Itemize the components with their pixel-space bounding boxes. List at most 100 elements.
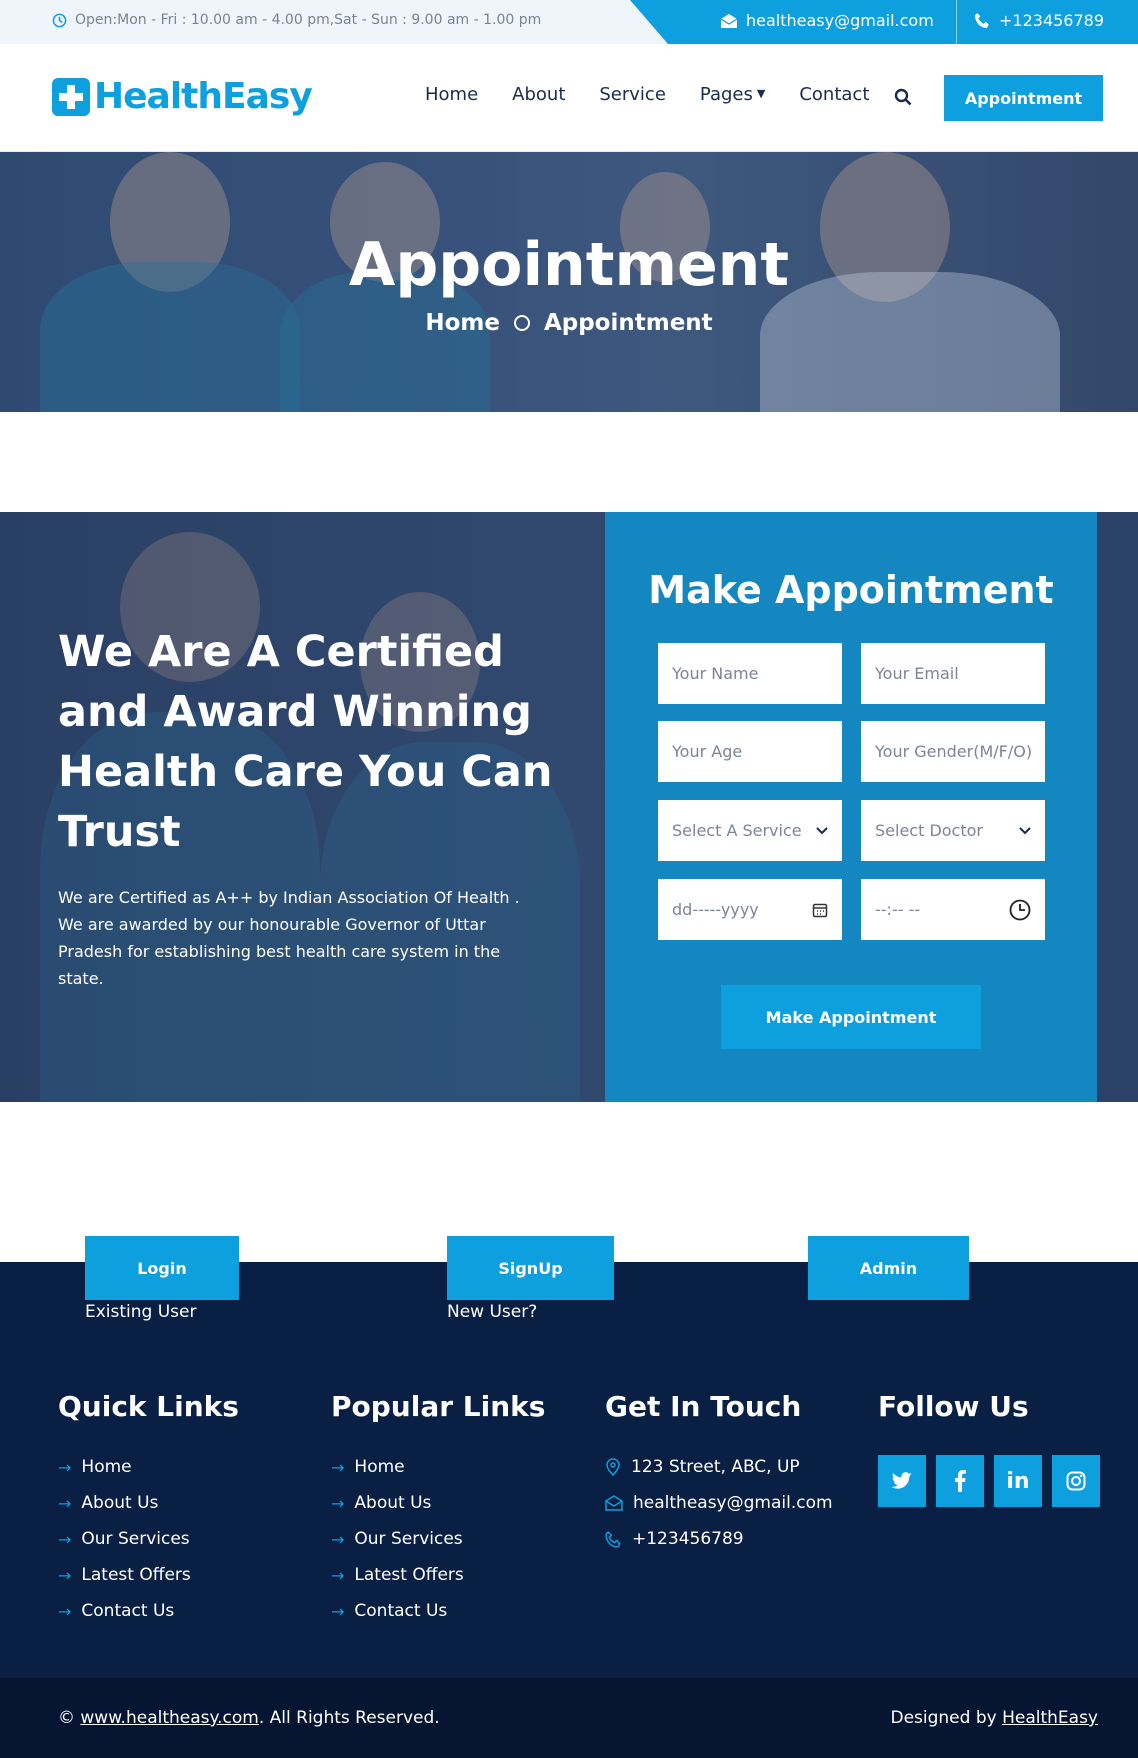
top-email[interactable]: healtheasy@gmail.com [720,11,934,30]
follow-us: Follow Us [878,1390,1029,1449]
opening-hours: Open:Mon - Fri : 10.00 am - 4.00 pm,Sat … [52,12,541,28]
arrow-right-icon: → [58,1529,72,1549]
popular-links: Popular Links → Home → About Us → Our Servi… [331,1390,545,1629]
gender-input[interactable]: Your Gender(M/F/O) [861,721,1045,782]
quick-link-contact[interactable]: → Contact Us [58,1593,239,1629]
service-select[interactable]: Select A Service [658,800,842,861]
arrow-right-icon: → [331,1493,345,1513]
map-pin-icon [606,1458,620,1476]
hours-text: Open:Mon - Fri : 10.00 am - 4.00 pm,Sat … [75,12,542,28]
quick-link-home[interactable]: → Home [58,1449,239,1485]
popular-links-title: Popular Links [331,1390,546,1423]
about-text: We are Certified as A++ by Indian Associ… [58,888,520,988]
clock-icon [52,13,67,27]
email-input[interactable]: Your Email [861,643,1045,704]
page-title: Appointment [348,230,790,300]
breadcrumb-separator-icon [513,315,530,331]
top-bar: Open:Mon - Fri : 10.00 am - 4.00 pm,Sat … [0,0,1138,44]
date-input[interactable]: dd-----yyyy [658,879,842,940]
search-icon[interactable] [894,88,912,106]
popular-link-offers[interactable]: → Latest Offers [331,1557,545,1593]
make-appointment-button[interactable]: Make Appointment [721,985,981,1049]
facebook-icon[interactable] [936,1455,984,1507]
arrow-right-icon: → [331,1565,345,1585]
arrow-right-icon: → [58,1601,72,1621]
get-in-touch: Get In Touch 123 Street, ABC, UP healthe… [605,1390,833,1557]
envelope-icon [720,13,738,28]
quick-links: Quick Links → Home → About Us → Our Service… [58,1390,239,1629]
login-button[interactable]: Login [85,1236,239,1300]
breadcrumb-current: Appointment [543,310,713,336]
quick-link-label: Home [81,1457,132,1477]
popular-link-contact[interactable]: → Contact Us [331,1593,545,1629]
quick-link-services[interactable]: → Our Services [58,1521,239,1557]
quick-links-title: Quick Links [58,1390,239,1423]
breadcrumb-home[interactable]: Home [425,310,500,336]
linkedin-icon[interactable]: in [994,1455,1042,1507]
follow-us-title: Follow Us [878,1390,1029,1423]
nav-item-pages-label: Pages [699,84,753,105]
appointment-section: We Are A Certified and Award Winning Hea… [0,512,1138,1102]
popular-link-services[interactable]: → Our Services [331,1521,545,1557]
nav-menu: Home About Service Pages ▼ Contact [425,84,869,105]
nav-item-pages[interactable]: Pages ▼ [700,84,765,105]
email-placeholder: Your Email [875,664,959,683]
envelope-icon [605,1495,623,1511]
top-email-text: healtheasy@gmail.com [746,11,934,30]
calendar-icon[interactable] [812,902,828,918]
instagram-icon[interactable] [1052,1455,1100,1507]
admin-button[interactable]: Admin [808,1236,969,1300]
site-link[interactable]: www.healtheasy.com [80,1708,258,1728]
quick-link-offers[interactable]: → Latest Offers [58,1557,239,1593]
time-input[interactable]: --:-- -- [861,879,1045,940]
signup-button[interactable]: SignUp [447,1236,614,1300]
copyright-bar: © www.healtheasy.com. All Rights Reserve… [0,1678,1138,1758]
arrow-right-icon: → [58,1493,72,1513]
phone-icon [975,13,989,28]
copyright-text: © www.healtheasy.com. All Rights Reserve… [58,1708,440,1728]
age-input[interactable]: Your Age [658,721,842,782]
logo[interactable]: HealthEasy [52,76,313,117]
quick-link-label: Latest Offers [81,1565,191,1585]
signup-caption: New User? [447,1302,538,1322]
name-placeholder: Your Name [672,664,759,683]
nav-item-about[interactable]: About [512,84,565,105]
logo-text: HealthEasy [94,76,313,117]
arrow-right-icon: → [58,1457,72,1477]
social-links: in [878,1455,1100,1507]
arrow-right-icon: → [331,1529,345,1549]
contact-phone[interactable]: +123456789 [605,1521,833,1557]
quick-link-label: About Us [81,1493,159,1513]
clock-icon[interactable] [1009,899,1031,921]
gender-placeholder: Your Gender(M/F/O) [875,742,1031,761]
contact-email-text: healtheasy@gmail.com [633,1493,833,1513]
popular-link-home[interactable]: → Home [331,1449,545,1485]
appointment-button[interactable]: Appointment [944,75,1103,121]
designer-link[interactable]: HealthEasy [1002,1708,1098,1728]
popular-link-label: Our Services [354,1529,463,1549]
nav-item-contact[interactable]: Contact [799,84,869,105]
designed-by-label: Designed by [890,1708,997,1728]
contact-address-text: 123 Street, ABC, UP [631,1457,800,1477]
doctor-select[interactable]: Select Doctor [861,800,1045,861]
service-selected: Select A Service [672,821,802,840]
time-placeholder: --:-- -- [875,900,921,919]
top-phone[interactable]: +123456789 [974,11,1104,30]
quick-link-label: Our Services [81,1529,190,1549]
popular-link-label: Latest Offers [354,1565,464,1585]
appointment-form: Make Appointment Your Name Your Email Yo… [605,512,1097,1102]
quick-link-about[interactable]: → About Us [58,1485,239,1521]
twitter-icon[interactable] [878,1455,926,1507]
contact-email[interactable]: healtheasy@gmail.com [605,1485,833,1521]
name-input[interactable]: Your Name [658,643,842,704]
get-in-touch-title: Get In Touch [605,1390,802,1423]
divider [956,0,957,44]
age-placeholder: Your Age [672,742,743,761]
nav-item-home[interactable]: Home [425,84,478,105]
nav-item-service[interactable]: Service [599,84,666,105]
copyright-symbol: © [58,1708,75,1728]
popular-link-label: About Us [354,1493,432,1513]
medical-cross-icon [52,77,90,116]
popular-link-about[interactable]: → About Us [331,1485,545,1521]
phone-icon [605,1530,621,1548]
